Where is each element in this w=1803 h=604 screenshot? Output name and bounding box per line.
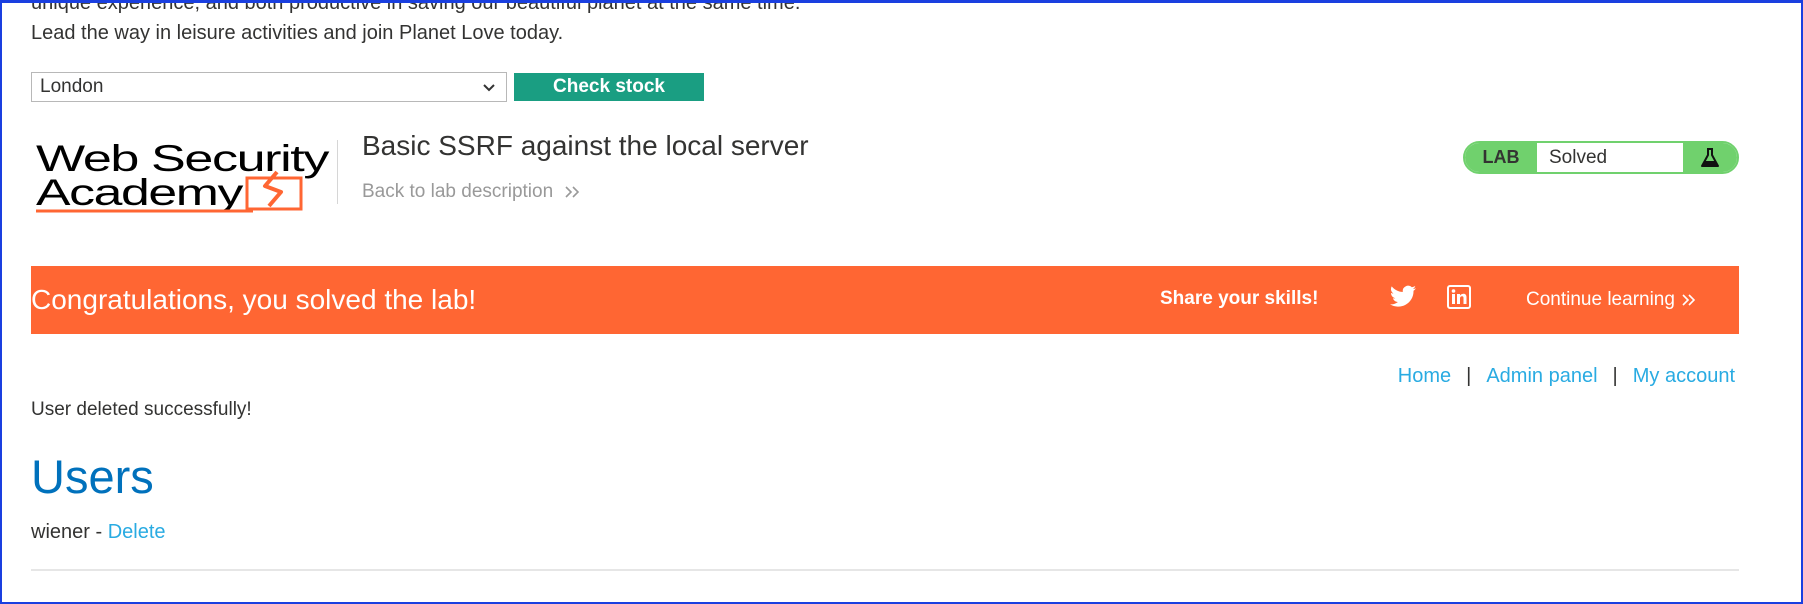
- double-chevron-right-icon: [565, 186, 580, 198]
- user-separator: -: [95, 521, 103, 543]
- nav-home-link[interactable]: Home: [1398, 365, 1451, 388]
- badge-icon-container: [1683, 143, 1737, 172]
- continue-learning-label: Continue learning: [1526, 289, 1675, 310]
- store-select-value: London: [40, 76, 104, 97]
- users-heading: Users: [31, 450, 154, 503]
- back-to-lab-description-link[interactable]: Back to lab description: [362, 181, 583, 203]
- product-description-cut-line: unique experience, and both productive i…: [31, 0, 801, 14]
- nav-separator: |: [1466, 365, 1472, 387]
- divider: [31, 569, 1739, 571]
- store-select[interactable]: London: [31, 72, 507, 102]
- nav-admin-panel-link[interactable]: Admin panel: [1486, 365, 1597, 388]
- twitter-icon[interactable]: [1389, 285, 1417, 309]
- congratulations-message: Congratulations, you solved the lab!: [31, 284, 477, 315]
- lab-title: Basic SSRF against the local server: [362, 130, 809, 161]
- delete-user-link[interactable]: Delete: [108, 521, 166, 543]
- badge-lab-label: LAB: [1465, 143, 1537, 172]
- double-chevron-right-icon: [1682, 294, 1696, 306]
- logo-divider: [337, 140, 338, 204]
- continue-learning-link[interactable]: Continue learning: [1526, 289, 1697, 311]
- nav-separator: |: [1612, 365, 1618, 387]
- logo-text-line2: Academy: [36, 172, 244, 213]
- flask-icon: [1701, 147, 1719, 167]
- browser-viewport: unique experience, and both productive i…: [0, 0, 1803, 604]
- status-message: User deleted successfully!: [31, 399, 252, 420]
- web-security-academy-logo[interactable]: Web Security Academy: [31, 136, 337, 216]
- top-navigation: Home | Admin panel | My account: [1398, 365, 1735, 388]
- lab-status-badge: LAB Solved: [1463, 141, 1739, 174]
- badge-status-text: Solved: [1549, 146, 1608, 168]
- check-stock-button[interactable]: Check stock: [514, 73, 704, 101]
- stock-check-form: London Check stock: [31, 72, 704, 102]
- linkedin-icon[interactable]: [1447, 285, 1471, 309]
- user-name: wiener: [31, 521, 90, 543]
- solved-banner: Congratulations, you solved the lab! Sha…: [31, 266, 1739, 334]
- user-list-item: wiener - Delete: [31, 521, 166, 544]
- back-link-label: Back to lab description: [362, 181, 554, 202]
- product-description: Lead the way in leisure activities and j…: [31, 22, 564, 44]
- chevron-down-icon: [483, 84, 495, 92]
- nav-my-account-link[interactable]: My account: [1633, 365, 1735, 388]
- share-skills-label: Share your skills!: [1160, 288, 1319, 309]
